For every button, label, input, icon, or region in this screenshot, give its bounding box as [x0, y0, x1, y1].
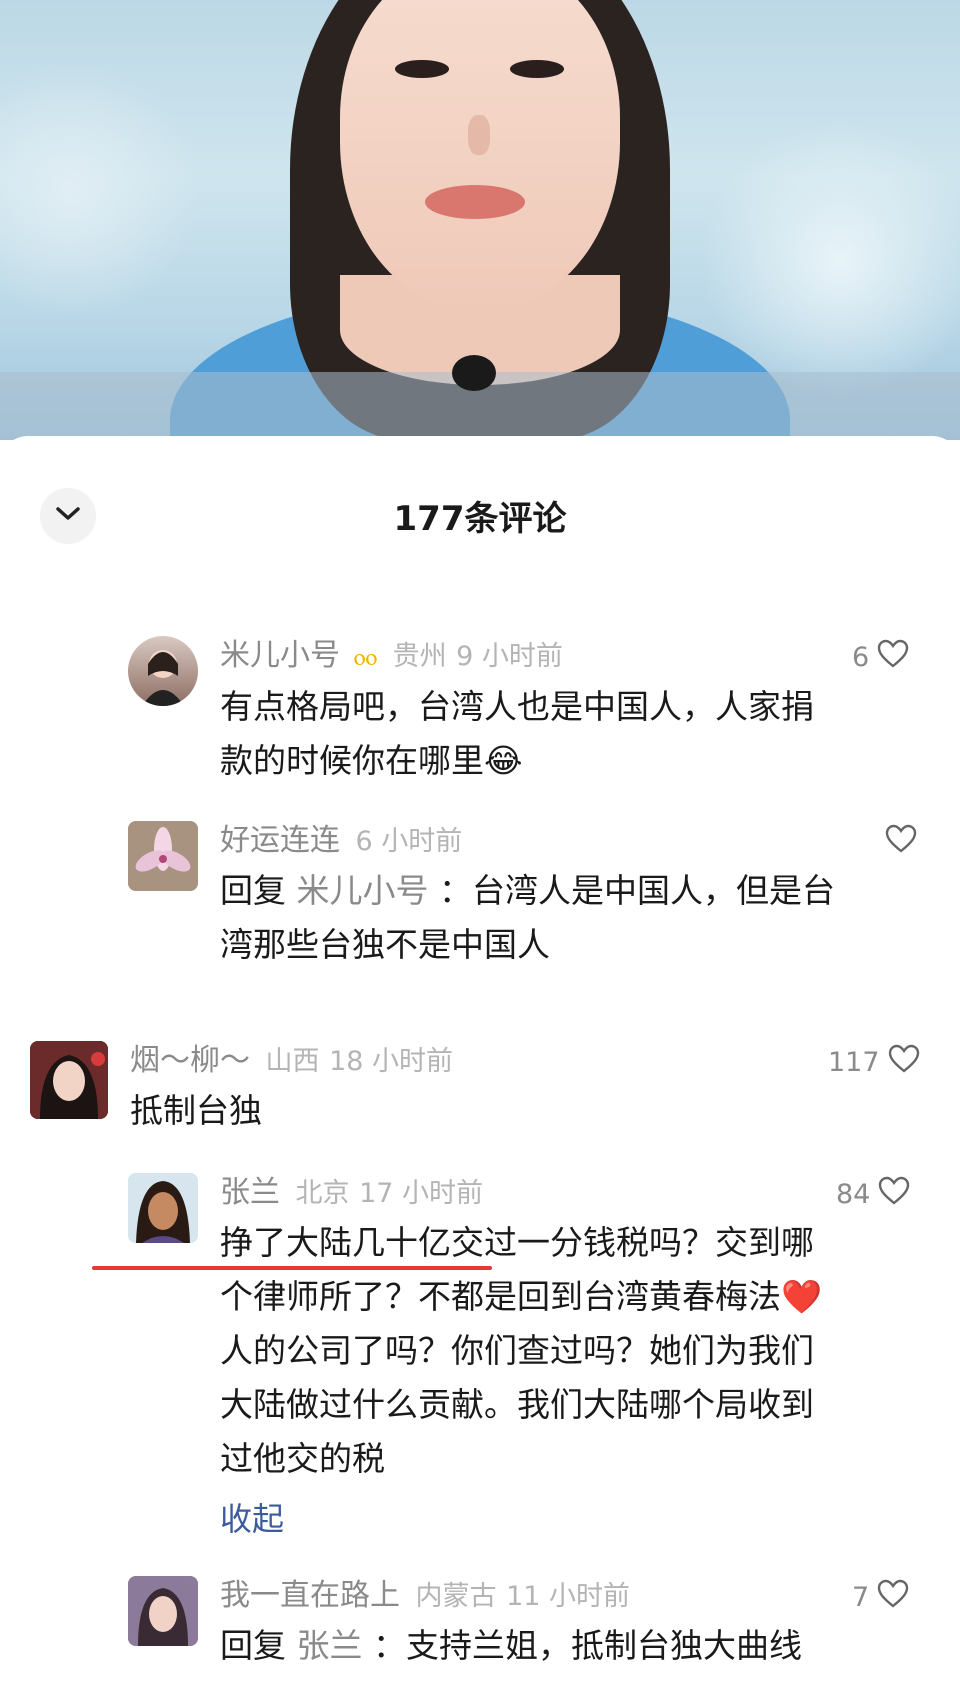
location: 内蒙古 — [415, 1581, 497, 1612]
heart-icon — [885, 824, 917, 861]
background-light — [0, 60, 200, 320]
username[interactable]: 好运连连 — [220, 823, 340, 858]
video-subject-mouth — [425, 185, 525, 219]
video-subject-eye — [510, 60, 564, 78]
comment-meta: 米儿小号 ⲟⲟ 贵州 9 小时前 — [220, 636, 563, 677]
location: 贵州 — [392, 641, 447, 672]
heart-icon — [888, 1044, 920, 1081]
microphone — [452, 355, 496, 391]
like-button[interactable]: 84 — [836, 1176, 910, 1213]
comment-text: 抵制台独 — [130, 1091, 262, 1130]
video-subject-face — [340, 0, 620, 310]
avatar[interactable] — [128, 1576, 198, 1646]
comment-text: 回复 张兰 ：支持兰姐，抵制台独大曲线 — [220, 1626, 802, 1665]
username[interactable]: 张兰 — [220, 1175, 280, 1210]
heart-icon — [877, 639, 909, 676]
comment-count-title: 177条评论 — [393, 499, 567, 539]
avatar[interactable] — [128, 821, 198, 891]
heart-icon — [877, 1579, 909, 1616]
like-button[interactable] — [885, 824, 917, 861]
timestamp: 11 小时前 — [506, 1581, 631, 1612]
like-button[interactable]: 6 — [852, 639, 909, 676]
comment-meta: 张兰 北京 17 小时前 — [220, 1173, 483, 1214]
timestamp: 9 小时前 — [456, 641, 563, 672]
comment-meta: 烟～柳～ 山西 18 小时前 — [130, 1041, 453, 1082]
like-count: 84 — [836, 1179, 871, 1210]
like-button[interactable]: 117 — [828, 1044, 920, 1081]
like-count: 7 — [852, 1582, 870, 1613]
reply-prefix: 回复 — [220, 871, 286, 910]
fan-badge-icon: ⲟⲟ — [353, 643, 378, 671]
comment-text: 挣了大陆几十亿交过一分钱税吗？交到哪 个律师所了？不都是回到台湾黄春梅法❤️ 人… — [220, 1223, 823, 1478]
reply-to-user[interactable]: 米儿小号 — [297, 871, 429, 910]
like-button[interactable]: 7 — [852, 1579, 909, 1616]
avatar[interactable] — [30, 1041, 108, 1119]
timestamp: 18 小时前 — [329, 1046, 454, 1077]
username[interactable]: 米儿小号 — [220, 638, 340, 673]
timestamp: 6 小时前 — [355, 826, 463, 857]
comment-meta: 好运连连 6 小时前 — [220, 821, 462, 862]
red-underline-annotation — [92, 1266, 492, 1270]
like-count: 6 — [852, 642, 870, 673]
reply-prefix: 回复 — [220, 1626, 286, 1665]
comment-text: 回复 米儿小号 ：台湾人是中国人，但是台 湾那些台独不是中国人 — [220, 871, 835, 964]
video-frame[interactable] — [0, 0, 960, 440]
collapse-link[interactable]: 收起 — [220, 1494, 284, 1540]
video-subject-eye — [395, 60, 449, 78]
location: 北京 — [295, 1178, 350, 1209]
location: 山西 — [265, 1046, 320, 1077]
avatar[interactable] — [128, 1173, 198, 1243]
timestamp: 17 小时前 — [359, 1178, 484, 1209]
username[interactable]: 我一直在路上 — [220, 1578, 400, 1613]
reply-to-user[interactable]: 张兰 — [297, 1626, 363, 1665]
comment-text: 有点格局吧，台湾人也是中国人，人家捐 款的时候你在哪里😂 — [220, 687, 814, 780]
avatar[interactable] — [128, 636, 198, 706]
comment-panel: 177条评论 米儿小号 ⲟⲟ 贵州 9 小时前 6 有点格局吧，台湾人也是中国人… — [0, 436, 960, 1682]
like-count: 117 — [828, 1047, 880, 1078]
video-subject-nose — [468, 115, 490, 155]
username[interactable]: 烟～柳～ — [130, 1043, 250, 1078]
comment-meta: 我一直在路上 内蒙古 11 小时前 — [220, 1576, 630, 1617]
heart-icon — [878, 1176, 910, 1213]
